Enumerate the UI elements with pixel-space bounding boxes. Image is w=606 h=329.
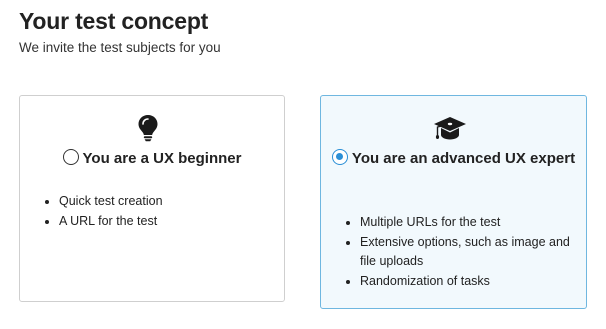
graduation-cap-icon bbox=[434, 117, 466, 140]
option-heading-beginner[interactable]: You are a UX beginner bbox=[30, 148, 274, 170]
list-item: Extensive options, such as image and fil… bbox=[360, 233, 575, 272]
radio-expert[interactable] bbox=[331, 149, 348, 165]
radio-beginner[interactable] bbox=[62, 149, 79, 165]
option-card-expert[interactable]: You are an advanced UX expert Multiple U… bbox=[320, 95, 587, 309]
feature-list-beginner: Quick test creation A URL for the test bbox=[59, 192, 274, 231]
option-label-expert: You are an advanced UX expert bbox=[351, 150, 576, 167]
radio-selected-dot bbox=[335, 153, 343, 160]
option-label-beginner: You are a UX beginner bbox=[82, 150, 242, 167]
list-item: Multiple URLs for the test bbox=[360, 213, 575, 233]
lightbulb-icon bbox=[138, 115, 158, 142]
page-subtitle: We invite the test subjects for you bbox=[19, 40, 221, 55]
list-item: A URL for the test bbox=[59, 212, 274, 232]
option-card-beginner[interactable]: You are a UX beginner Quick test creatio… bbox=[19, 95, 285, 302]
feature-list-expert: Multiple URLs for the test Extensive opt… bbox=[360, 213, 575, 291]
list-item: Quick test creation bbox=[59, 192, 274, 212]
page-title: Your test concept bbox=[19, 8, 209, 34]
list-item: Randomization of tasks bbox=[360, 272, 575, 292]
option-heading-expert[interactable]: You are an advanced UX expert bbox=[331, 148, 576, 170]
